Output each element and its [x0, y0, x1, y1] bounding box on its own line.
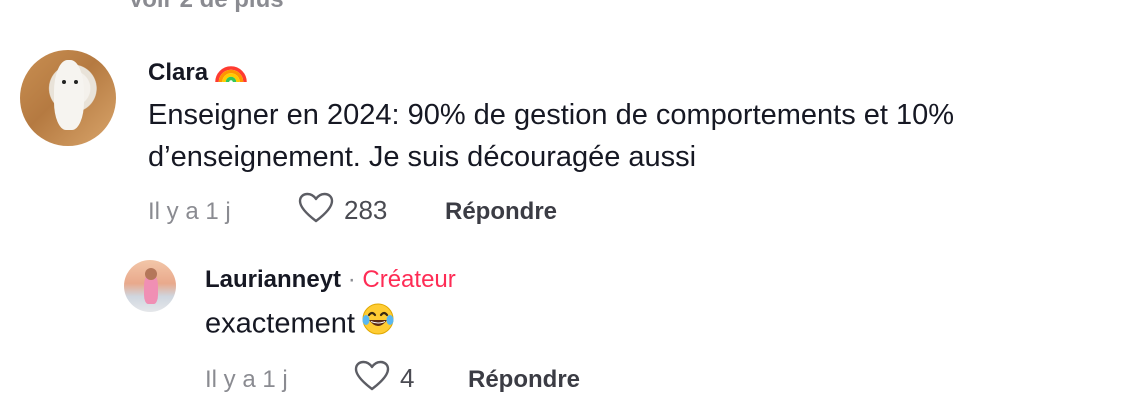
- like-button[interactable]: 4: [354, 360, 414, 397]
- heart-icon: [354, 360, 390, 397]
- username-text: Clara: [148, 58, 209, 86]
- reply-username[interactable]: Laurianneyt · Créateur: [205, 266, 456, 294]
- avatar[interactable]: [20, 50, 116, 146]
- username-text: Laurianneyt: [205, 266, 342, 293]
- like-count: 4: [400, 363, 415, 393]
- separator-dot: ·: [347, 266, 356, 293]
- comment-text: Enseigner en 2024: 90% de gestion de com…: [148, 99, 955, 173]
- reply-timestamp: Il y a 1 j: [205, 366, 288, 393]
- heart-icon: [298, 192, 334, 229]
- dog-avatar-image: [54, 60, 84, 130]
- dog-eye: [74, 80, 78, 84]
- reply-button[interactable]: Répondre: [468, 366, 580, 394]
- laughing-tears-emoji-icon: [361, 302, 395, 348]
- reply-button[interactable]: Répondre: [445, 198, 557, 226]
- comment-timestamp: Il y a 1 j: [148, 198, 231, 225]
- rainbow-emoji-icon: [214, 56, 248, 91]
- comment-username[interactable]: Clara: [148, 56, 248, 91]
- like-count: 283: [344, 195, 388, 225]
- avatar[interactable]: [124, 260, 176, 312]
- like-button[interactable]: 283: [298, 192, 387, 229]
- dog-eye: [62, 80, 66, 84]
- creator-badge: Créateur: [362, 266, 456, 293]
- reply-text: exactement: [205, 307, 355, 340]
- view-more-replies-link[interactable]: Voir 2 de plus: [128, 0, 284, 14]
- reply-text-line: exactement: [205, 302, 395, 348]
- person-avatar-head: [145, 268, 157, 280]
